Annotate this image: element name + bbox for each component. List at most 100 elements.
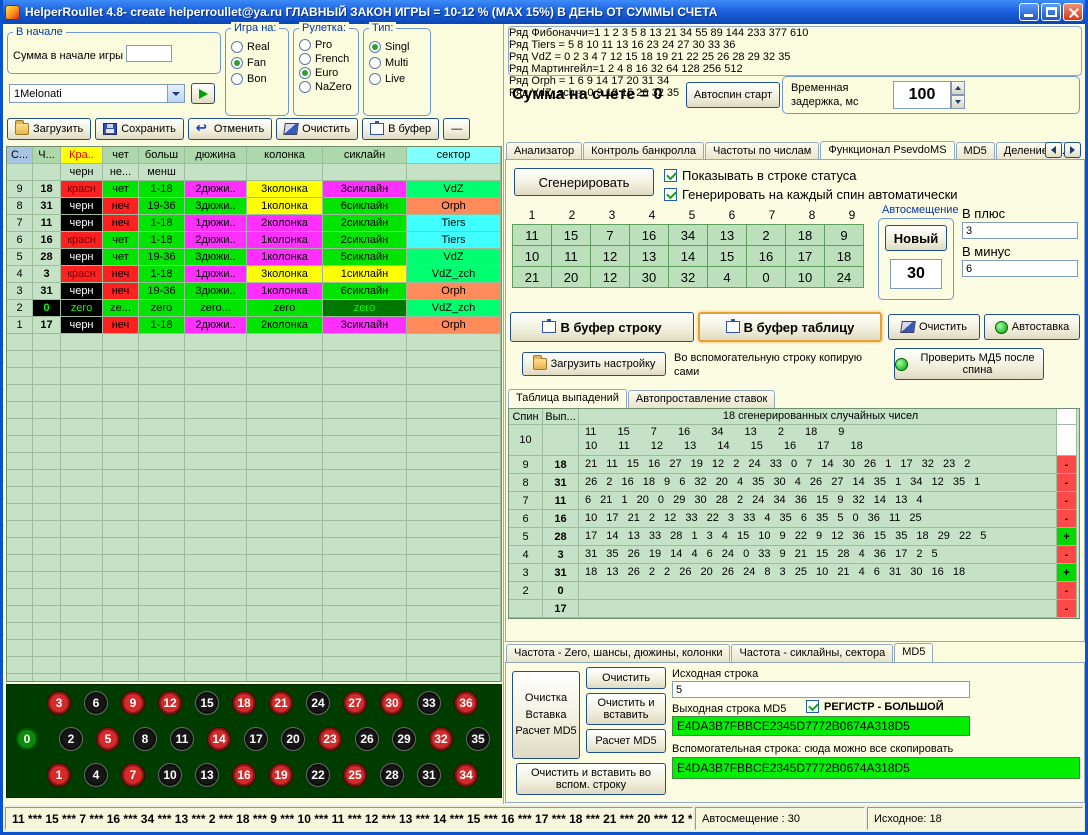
tab-2[interactable]: Автопроставление ставок [628, 390, 775, 408]
check-md5-button[interactable]: Проверить МД5 после спина [894, 348, 1044, 380]
source-string-input[interactable]: 5 [672, 681, 970, 698]
tab-scroll-left-button[interactable] [1045, 142, 1062, 158]
tab-scroll-right-button[interactable] [1064, 142, 1081, 158]
board-number-33[interactable]: 33 [417, 691, 441, 715]
radio-french[interactable]: French [299, 53, 352, 65]
board-number-24[interactable]: 24 [306, 691, 330, 715]
board-number-3[interactable]: 3 [47, 691, 71, 715]
radio-real[interactable]: Real [231, 41, 270, 53]
board-number-9[interactable]: 9 [121, 691, 145, 715]
board-number-36[interactable]: 36 [454, 691, 478, 715]
md5-clear-paste-aux-button[interactable]: Очистить и вставить во вспом. строку [516, 763, 666, 795]
board-number-21[interactable]: 21 [269, 691, 293, 715]
board-number-4[interactable]: 4 [84, 763, 108, 787]
copy-table-button[interactable]: В буфер таблицу [698, 312, 882, 342]
board-number-8[interactable]: 8 [133, 727, 157, 751]
checkbox-show-in-status[interactable]: Показывать в строке статуса [664, 168, 857, 183]
board-number-10[interactable]: 10 [158, 763, 182, 787]
collapse-button[interactable]: — [443, 118, 470, 140]
load-button[interactable]: Загрузить [7, 118, 91, 140]
delay-input[interactable]: 100 [893, 81, 951, 109]
radio-euro[interactable]: Euro [299, 67, 352, 79]
radio-fan[interactable]: Fan [231, 57, 270, 69]
tab-4[interactable]: Функционал PsevdoMS [820, 141, 954, 161]
history-cell [323, 351, 407, 368]
board-number-20[interactable]: 20 [281, 727, 305, 751]
radio-singl[interactable]: Singl [369, 41, 409, 53]
tab-1[interactable]: Анализатор [506, 142, 582, 160]
preset-dropdown-button[interactable] [167, 85, 184, 102]
board-number-2[interactable]: 2 [59, 727, 83, 751]
delay-spinner[interactable] [951, 81, 965, 109]
radio-bon[interactable]: Bon [231, 73, 270, 85]
md5-calc-button[interactable]: Расчет MD5 [586, 729, 666, 753]
tab-1[interactable]: Частота - Zero, шансы, дюжины, колонки [506, 644, 730, 662]
preset-select[interactable]: 1Melonati [9, 84, 185, 103]
tab-5[interactable]: MD5 [956, 142, 995, 160]
copy-row-button[interactable]: В буфер строку [510, 312, 694, 342]
tab-3[interactable]: Частоты по числам [705, 142, 819, 160]
board-number-29[interactable]: 29 [392, 727, 416, 751]
new-button[interactable]: Новый [885, 225, 947, 251]
board-number-1[interactable]: 1 [47, 763, 71, 787]
board-number-25[interactable]: 25 [343, 763, 367, 787]
start-sum-input[interactable] [126, 45, 172, 62]
history-cell [103, 436, 139, 453]
md5-clear-button[interactable]: Очистить [586, 667, 666, 689]
board-number-30[interactable]: 30 [380, 691, 404, 715]
checkbox-register-upper[interactable]: РЕГИСТР - БОЛЬШОЙ [806, 700, 944, 713]
board-number-7[interactable]: 7 [121, 763, 145, 787]
board-number-23[interactable]: 23 [318, 727, 342, 751]
board-number-27[interactable]: 27 [343, 691, 367, 715]
close-button[interactable] [1063, 3, 1083, 21]
maximize-button[interactable] [1041, 3, 1061, 21]
spinner-up-button[interactable] [951, 81, 965, 95]
tab-3[interactable]: MD5 [894, 643, 933, 663]
undo-button[interactable]: Отменить [188, 118, 272, 140]
board-number-17[interactable]: 17 [244, 727, 268, 751]
autobet-button[interactable]: Автоставка [984, 314, 1080, 340]
board-number-32[interactable]: 32 [429, 727, 453, 751]
clear-button[interactable]: Очистить [276, 118, 358, 140]
board-number-28[interactable]: 28 [380, 763, 404, 787]
clear-button[interactable]: Очистить [888, 314, 980, 340]
board-number-11[interactable]: 11 [170, 727, 194, 751]
board-number-5[interactable]: 5 [96, 727, 120, 751]
board-number-12[interactable]: 12 [158, 691, 182, 715]
generate-button[interactable]: Сгенерировать [514, 168, 654, 196]
history-empty-row [7, 640, 501, 657]
tab-2[interactable]: Контроль банкролла [583, 142, 704, 160]
tab-1[interactable]: Таблица выпадений [508, 389, 627, 409]
board-number-31[interactable]: 31 [417, 763, 441, 787]
autoshift-input[interactable]: 30 [890, 259, 942, 289]
minimize-button[interactable] [1019, 3, 1039, 21]
board-number-19[interactable]: 19 [269, 763, 293, 787]
board-number-16[interactable]: 16 [232, 763, 256, 787]
autospin-start-button[interactable]: Автоспин старт [686, 82, 780, 108]
radio-pro[interactable]: Pro [299, 39, 352, 51]
board-number-6[interactable]: 6 [84, 691, 108, 715]
save-button[interactable]: Сохранить [95, 118, 184, 140]
md5-big-button[interactable]: Очистка Вставка Расчет MD5 [512, 671, 580, 759]
board-number-18[interactable]: 18 [232, 691, 256, 715]
board-number-15[interactable]: 15 [195, 691, 219, 715]
board-number-13[interactable]: 13 [195, 763, 219, 787]
radio-nazero[interactable]: NaZero [299, 81, 352, 93]
minus-input[interactable]: 6 [962, 260, 1078, 277]
board-number-34[interactable]: 34 [454, 763, 478, 787]
play-button[interactable] [191, 83, 215, 104]
plus-input[interactable]: 3 [962, 222, 1078, 239]
load-config-button[interactable]: Загрузить настройку [522, 352, 666, 376]
tab-2[interactable]: Частота - сиклайны, сектора [731, 644, 893, 662]
md5-clear-paste-button[interactable]: Очистить и вставить [586, 693, 666, 725]
spinner-down-button[interactable] [951, 95, 965, 109]
board-number-22[interactable]: 22 [306, 763, 330, 787]
board-number-26[interactable]: 26 [355, 727, 379, 751]
radio-multi[interactable]: Multi [369, 57, 409, 69]
board-number-14[interactable]: 14 [207, 727, 231, 751]
checkbox-autogenerate[interactable]: Генерировать на каждый спин автоматическ… [664, 187, 958, 202]
board-number-0[interactable]: 0 [15, 727, 39, 751]
radio-live[interactable]: Live [369, 73, 409, 85]
board-number-35[interactable]: 35 [466, 727, 490, 751]
buffer-button[interactable]: В буфер [362, 118, 439, 140]
